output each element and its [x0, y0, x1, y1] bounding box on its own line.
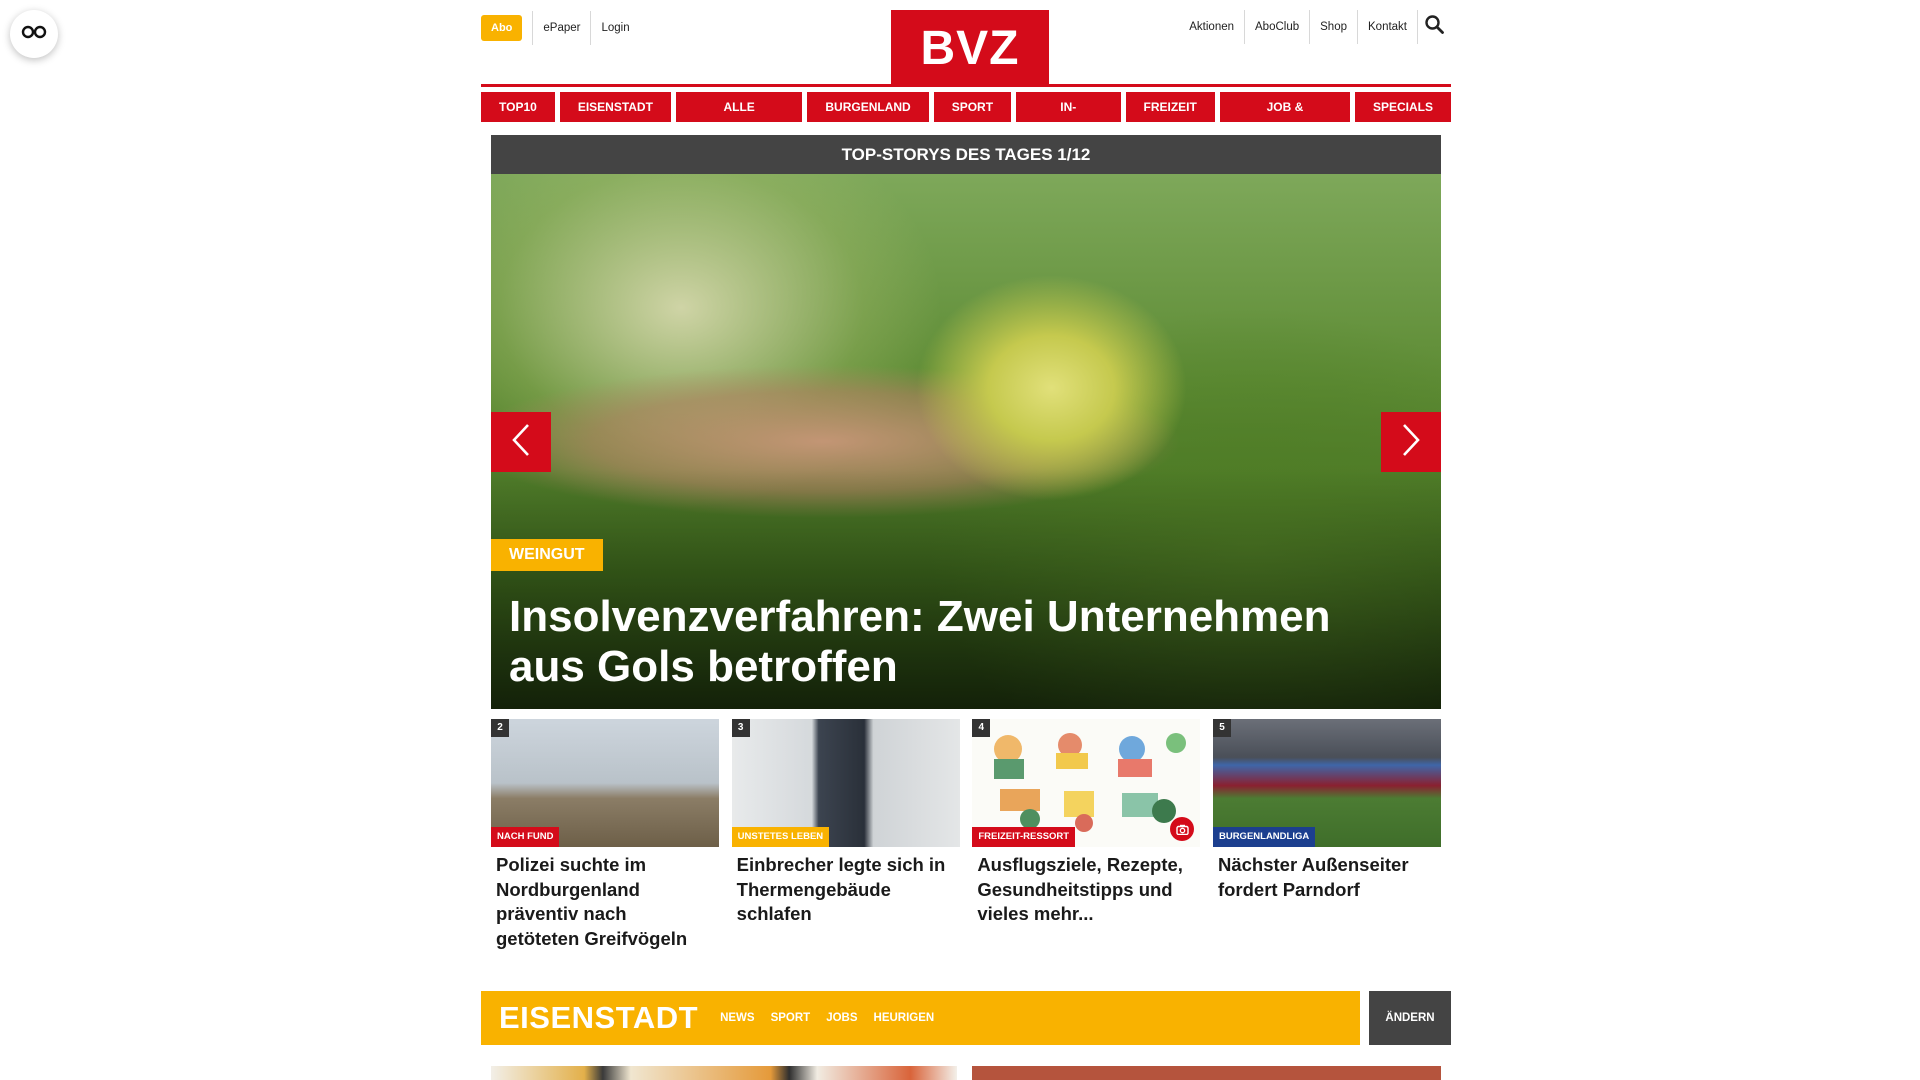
shop-link[interactable]: Shop	[1309, 10, 1357, 44]
story-title[interactable]: Ausflugsziele, Rezepte, Gesundheitstipps…	[972, 847, 1200, 927]
chevron-left-icon	[510, 422, 532, 463]
story-title[interactable]: Polizei suchte im Nordburgenland prävent…	[491, 847, 719, 951]
reader-mode-button[interactable]	[10, 10, 58, 58]
story-rank: 5	[1212, 719, 1231, 737]
change-region-button[interactable]: ÄNDERN	[1369, 991, 1451, 1045]
aboclub-link[interactable]: AboClub	[1244, 10, 1309, 44]
story-image[interactable]: 4 FREIZEIT-RESSORT	[972, 719, 1201, 847]
chevron-right-icon	[1400, 422, 1422, 463]
slide-image[interactable]: WEINGUT Insolvenzverfahren: Zwei Unterne…	[491, 174, 1441, 709]
nav-item-freizeit[interactable]: FREIZEIT	[1125, 92, 1215, 122]
search-button[interactable]	[1417, 10, 1451, 44]
region-link-jobs[interactable]: JOBS	[826, 1012, 857, 1024]
nav-item-alle-regionen[interactable]: ALLE REGIONEN	[675, 92, 803, 144]
abo-button[interactable]: Abo	[481, 15, 523, 41]
kontakt-link[interactable]: Kontakt	[1357, 10, 1417, 44]
story-category-tag: NACH FUND	[491, 827, 560, 847]
story-category-tag: FREIZEIT-RESSORT	[972, 827, 1076, 847]
glasses-icon	[21, 25, 47, 44]
article-thumbnail[interactable]	[491, 1066, 957, 1080]
region-link-news[interactable]: NEWS	[720, 1012, 755, 1024]
story-image[interactable]: 2 NACH FUND	[491, 719, 719, 847]
story-card[interactable]: 4 FREIZEIT-RESSORT Ausflugsziele, Rezept…	[972, 719, 1201, 951]
story-title[interactable]: Nächster Außenseiter fordert Parndorf	[1213, 847, 1441, 902]
story-rank: 3	[731, 719, 750, 737]
page-container: Abo ePaper Login BVZ Aktionen AboClub Sh…	[481, 0, 1451, 1080]
slide-headline[interactable]: Insolvenzverfahren: Zwei Unternehmen aus…	[509, 592, 1409, 692]
story-title[interactable]: Einbrecher legte sich in Thermengebäude …	[732, 847, 960, 927]
nav-item-eisenstadt[interactable]: EISENSTADT	[559, 92, 671, 122]
nav-item-job-karriere[interactable]: JOB & KARRIERE	[1219, 92, 1350, 144]
header-right-links: Aktionen AboClub Shop Kontakt	[1179, 10, 1451, 44]
story-rank: 2	[491, 719, 509, 737]
article-thumbnail[interactable]	[972, 1066, 1441, 1080]
epaper-link[interactable]: ePaper	[532, 11, 590, 45]
story-card[interactable]: 2 NACH FUND Polizei suchte im Nordburgen…	[491, 719, 719, 951]
story-category-tag: UNSTETES LEBEN	[731, 827, 830, 847]
nav-item-sport[interactable]: SPORT	[933, 92, 1012, 122]
region-title[interactable]: EISENSTADT	[481, 1000, 698, 1036]
header-left-links: Abo ePaper Login	[481, 11, 640, 45]
region-section-header: EISENSTADT NEWS SPORT JOBS HEURIGEN ÄNDE…	[481, 991, 1451, 1045]
nav-item-specials[interactable]: SPECIALS	[1354, 92, 1451, 122]
story-image[interactable]: 3 UNSTETES LEBEN	[731, 719, 960, 847]
story-image[interactable]: 5 BURGENLANDLIGA	[1212, 719, 1441, 847]
region-link-heurigen[interactable]: HEURIGEN	[874, 1012, 935, 1024]
slider-prev-button[interactable]	[491, 412, 551, 472]
region-link-sport[interactable]: SPORT	[771, 1012, 811, 1024]
story-card[interactable]: 5 BURGENLANDLIGA Nächster Außenseiter fo…	[1212, 719, 1441, 951]
slider-heading: TOP-STORYS DES TAGES 1/12	[491, 135, 1441, 174]
nav-item-top10[interactable]: TOP10	[481, 92, 555, 122]
aktionen-link[interactable]: Aktionen	[1179, 10, 1244, 44]
nav-item-in-ausland[interactable]: IN-AUSLAND	[1016, 92, 1121, 144]
header: Abo ePaper Login BVZ Aktionen AboClub Sh…	[481, 0, 1451, 84]
story-rank: 4	[972, 719, 991, 737]
story-card[interactable]: 3 UNSTETES LEBEN Einbrecher legte sich i…	[731, 719, 960, 951]
site-logo[interactable]: BVZ	[891, 10, 1049, 84]
story-cards: 2 NACH FUND Polizei suchte im Nordburgen…	[491, 719, 1441, 951]
nav-item-burgenland[interactable]: BURGENLAND	[807, 92, 929, 122]
header-divider	[481, 84, 1451, 87]
main-nav: TOP10 EISENSTADT ALLE REGIONEN BURGENLAN…	[481, 92, 1451, 144]
login-link[interactable]: Login	[590, 11, 639, 45]
search-icon	[1425, 15, 1444, 39]
top-stories-slider: TOP-STORYS DES TAGES 1/12 WEINGUT Insolv…	[491, 135, 1441, 709]
slide-category-tag[interactable]: WEINGUT	[491, 539, 603, 571]
story-category-tag: BURGENLANDLIGA	[1212, 827, 1316, 847]
slider-next-button[interactable]	[1381, 412, 1441, 472]
region-bar: EISENSTADT NEWS SPORT JOBS HEURIGEN	[481, 991, 1360, 1045]
